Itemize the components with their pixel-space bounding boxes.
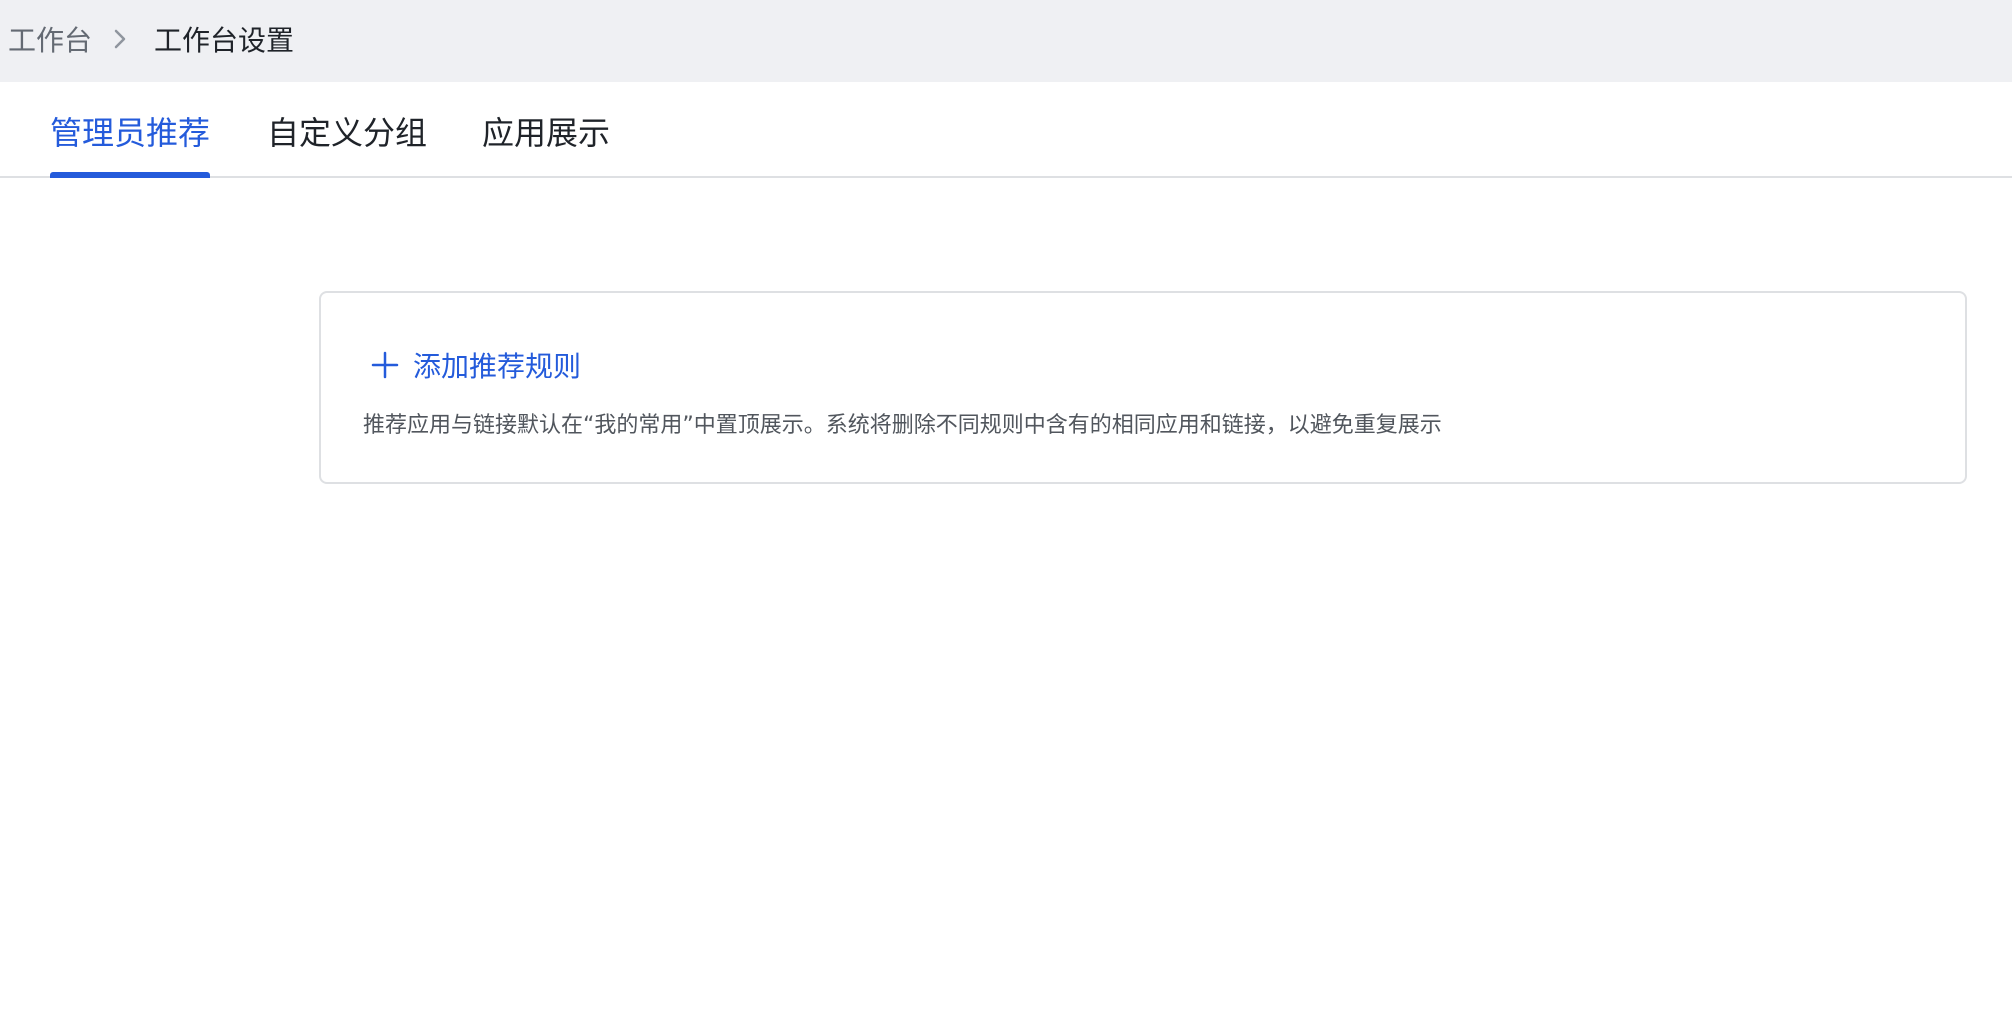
- plus-icon: [369, 349, 401, 381]
- rule-description: 推荐应用与链接默认在“我的常用”中置顶展示。系统将删除不同规则中含有的相同应用和…: [363, 413, 1442, 438]
- tab-app-display[interactable]: 应用展示: [482, 108, 610, 154]
- breadcrumb-parent-link[interactable]: 工作台: [8, 19, 92, 59]
- header-bar: 工作台 工作台设置: [0, 0, 2012, 82]
- breadcrumb-current: 工作台设置: [154, 24, 295, 57]
- breadcrumb: 工作台 工作台设置: [8, 0, 294, 78]
- active-tab-indicator: [50, 172, 210, 178]
- chevron-right-icon: [104, 23, 136, 55]
- add-rule-label: 添加推荐规则: [413, 350, 582, 383]
- add-recommend-rule-button[interactable]: 添加推荐规则: [369, 345, 581, 385]
- tab-admin-recommend[interactable]: 管理员推荐: [50, 108, 210, 154]
- recommend-rule-card: 添加推荐规则 推荐应用与链接默认在“我的常用”中置顶展示。系统将删除不同规则中含…: [319, 291, 1967, 484]
- tab-custom-group[interactable]: 自定义分组: [267, 108, 427, 154]
- tab-bar: 管理员推荐 自定义分组 应用展示: [0, 82, 2012, 178]
